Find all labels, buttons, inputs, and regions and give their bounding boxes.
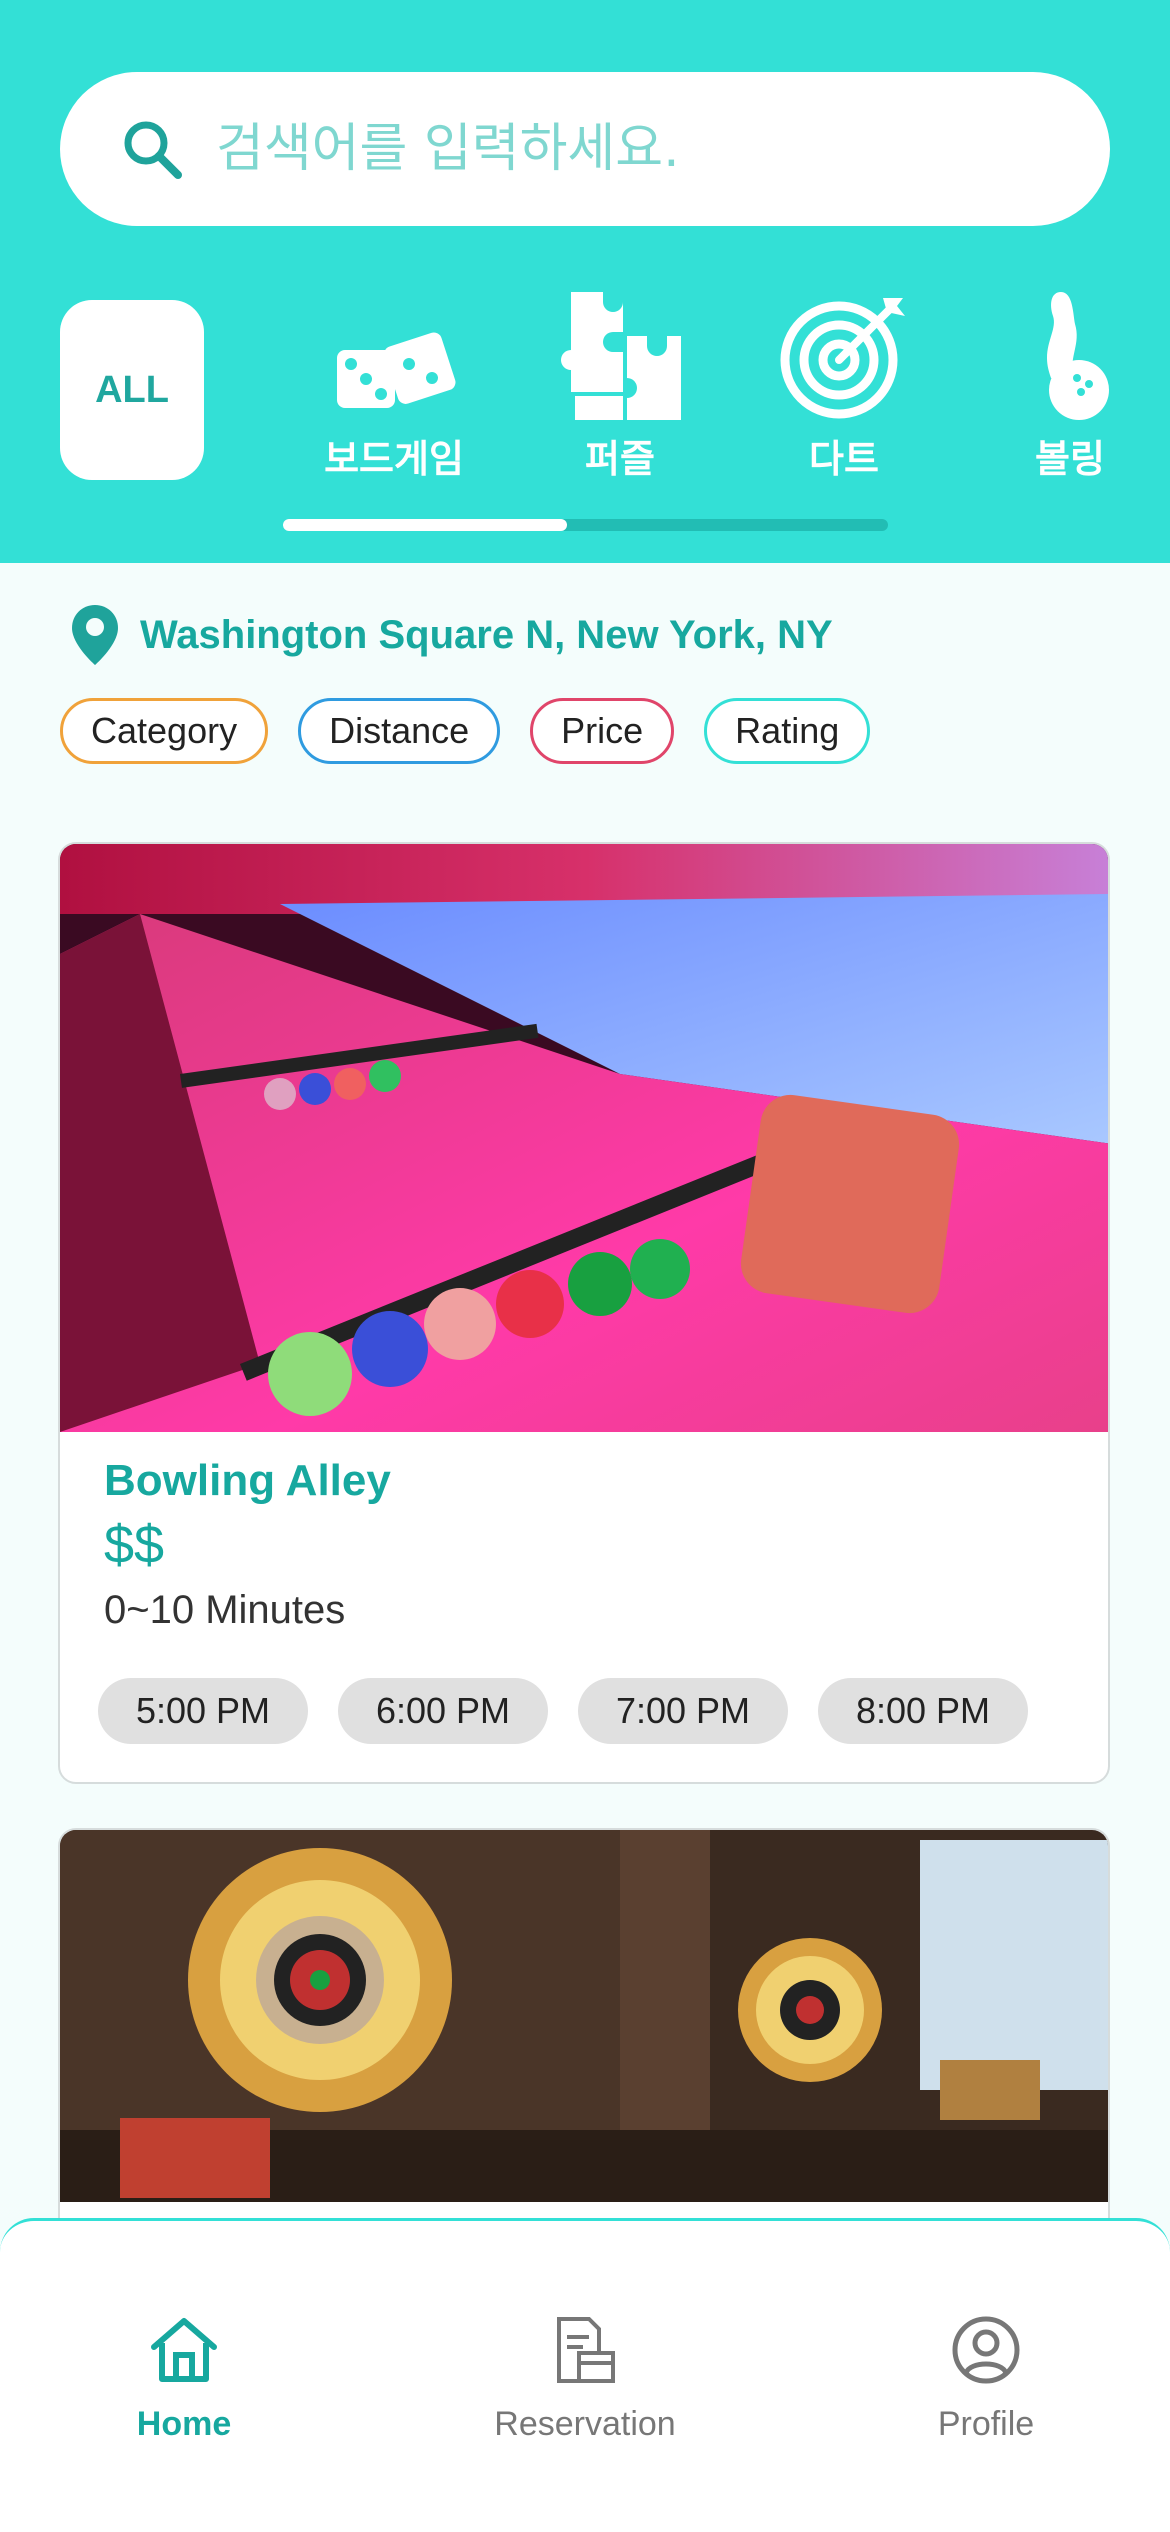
venue-photo-bowling [60, 844, 1108, 1432]
puzzle-icon [561, 292, 681, 420]
time-slot-button[interactable]: 5:00 PM [98, 1678, 308, 1744]
category-label: 보드게임 [324, 437, 464, 481]
filter-price[interactable]: Price [530, 698, 675, 764]
time-slot-button[interactable]: 7:00 PM [578, 1678, 788, 1744]
home-icon [151, 2318, 217, 2382]
filter-label: Category [91, 710, 238, 751]
tab-home[interactable]: Home [64, 2315, 304, 2444]
search-bar[interactable]: 검색어를 입력하세요. [60, 72, 1110, 226]
category-darts[interactable]: 다트 [764, 292, 924, 483]
search-icon [124, 121, 182, 179]
bottom-tab-bar: Home Reservation Profile [0, 2218, 1170, 2532]
filter-label: Price [561, 710, 644, 751]
category-label: 퍼즐 [585, 437, 655, 481]
venue-title: Bowling Alley [104, 1456, 391, 1505]
reservation-icon [557, 2317, 615, 2383]
category-scroll-thumb[interactable] [283, 519, 568, 531]
category-bowling[interactable]: 볼링 [990, 292, 1150, 483]
filter-label: Distance [329, 710, 470, 751]
category-label: 다트 [809, 437, 879, 481]
time-slots: 5:00 PM 6:00 PM 7:00 PM 8:00 PM [98, 1678, 1028, 1744]
venue-photo-darts [60, 1830, 1108, 2202]
dice-icon [337, 332, 456, 408]
venue-card[interactable]: Bowling Alley $$ 0~10 Minutes 5:00 PM 6:… [58, 842, 1110, 1784]
filter-bar: Category Distance Price Rating [60, 698, 871, 764]
tab-reservation[interactable]: Reservation [465, 2315, 705, 2444]
search-placeholder[interactable]: 검색어를 입력하세요. [216, 72, 680, 226]
category-boardgame[interactable]: 보드게임 [314, 292, 474, 483]
filter-distance[interactable]: Distance [298, 698, 501, 764]
bowling-icon [1047, 292, 1109, 420]
filter-label: Rating [735, 710, 840, 751]
time-slot-button[interactable]: 6:00 PM [338, 1678, 548, 1744]
location-text: Washington Square N, New York, NY [140, 612, 833, 657]
category-all-label: ALL [95, 368, 169, 411]
venue-distance: 0~10 Minutes [104, 1588, 346, 1632]
header: 검색어를 입력하세요. ALL 보드게임 퍼즐 다트 볼링 [0, 0, 1170, 563]
tab-label: Profile [937, 2405, 1035, 2443]
current-location[interactable]: Washington Square N, New York, NY [72, 605, 833, 665]
venue-price: $$ [104, 1515, 165, 1575]
profile-icon [952, 2316, 1020, 2384]
location-pin-icon [72, 605, 118, 665]
tab-label: Reservation [494, 2405, 676, 2443]
category-puzzle[interactable]: 퍼즐 [540, 292, 700, 483]
tab-profile[interactable]: Profile [866, 2315, 1106, 2444]
filter-category[interactable]: Category [60, 698, 269, 764]
category-label: 볼링 [1035, 437, 1105, 481]
tab-label: Home [136, 2405, 232, 2443]
dart-target-icon [780, 298, 905, 419]
category-all-button[interactable]: ALL [60, 300, 204, 480]
filter-rating[interactable]: Rating [704, 698, 871, 764]
time-slot-button[interactable]: 8:00 PM [818, 1678, 1028, 1744]
